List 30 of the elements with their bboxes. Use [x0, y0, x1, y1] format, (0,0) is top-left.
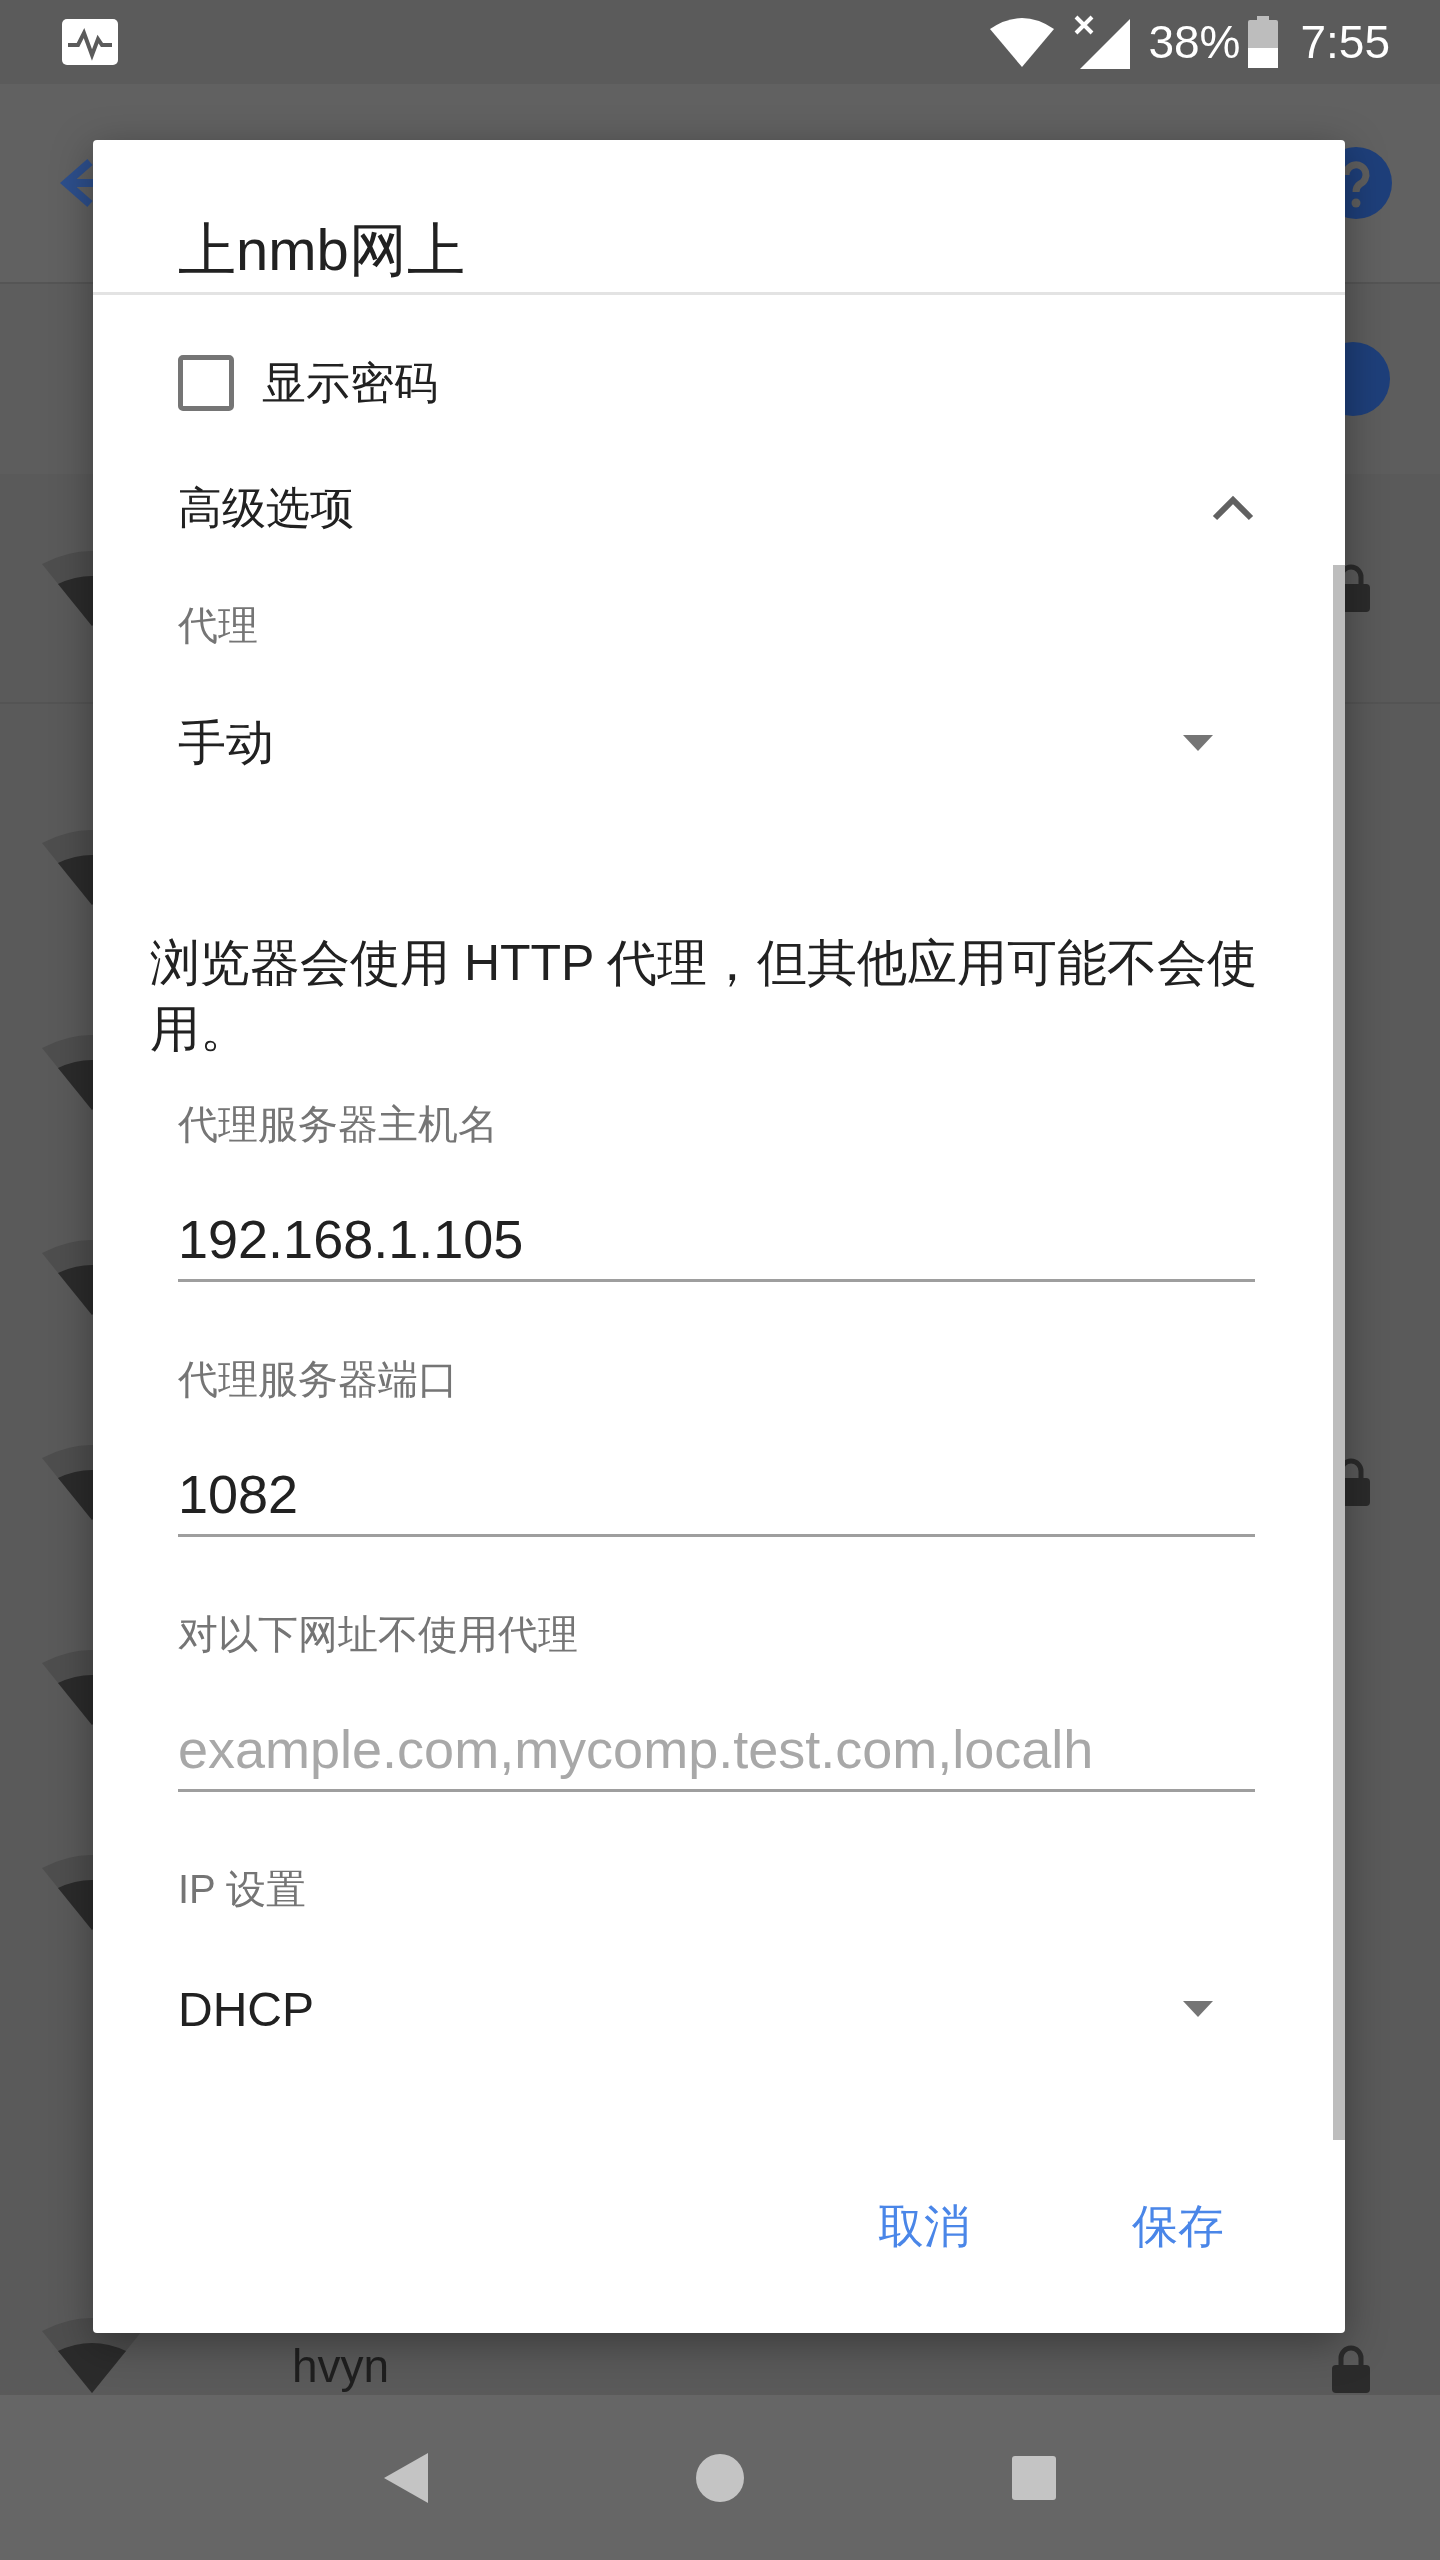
field-label: 代理	[178, 602, 259, 649]
dialog-title: 上nmb网上	[178, 218, 465, 282]
recents-icon[interactable]	[1012, 2455, 1056, 2500]
dropdown[interactable]: 手动	[178, 698, 1255, 788]
checkbox-label: 显示密码	[262, 356, 438, 409]
advanced-options-toggle[interactable]: 高级选项	[178, 471, 1255, 545]
proxy-note: 浏览器会使用 HTTP 代理，但其他应用可能不会使用。	[150, 934, 1259, 1059]
network-name: hvyn	[292, 2339, 391, 2393]
home-icon[interactable]	[696, 2453, 744, 2502]
back-icon[interactable]	[384, 2452, 428, 2503]
wifi-icon	[990, 17, 1055, 67]
dialog-button[interactable]: 取消	[862, 2188, 986, 2266]
dropdown[interactable]: DHCP	[178, 1964, 1255, 2054]
clock: 7:55	[1300, 15, 1390, 69]
field-label: IP 设置	[178, 1866, 308, 1913]
battery-icon	[1248, 16, 1279, 68]
signal-icon	[1074, 15, 1131, 69]
caret-icon	[1183, 2001, 1213, 2017]
caret-icon	[1183, 735, 1213, 751]
text-field[interactable]: 192.168.1.105	[178, 1199, 1255, 1282]
text-field[interactable]: example.com,mycomp.test.com,localh	[178, 1709, 1255, 1792]
dialog-button[interactable]: 保存	[1116, 2188, 1240, 2266]
scrollbar[interactable]	[1333, 565, 1345, 2140]
checkbox[interactable]	[178, 355, 234, 411]
field-label: 对以下网址不使用代理	[178, 1611, 579, 1658]
activity-icon	[62, 19, 118, 65]
battery-percent: 38%	[1148, 15, 1241, 69]
field-label: 代理服务器端口	[178, 1356, 459, 1403]
field-label: 代理服务器主机名	[178, 1101, 499, 1148]
text-field[interactable]: 1082	[178, 1454, 1255, 1537]
